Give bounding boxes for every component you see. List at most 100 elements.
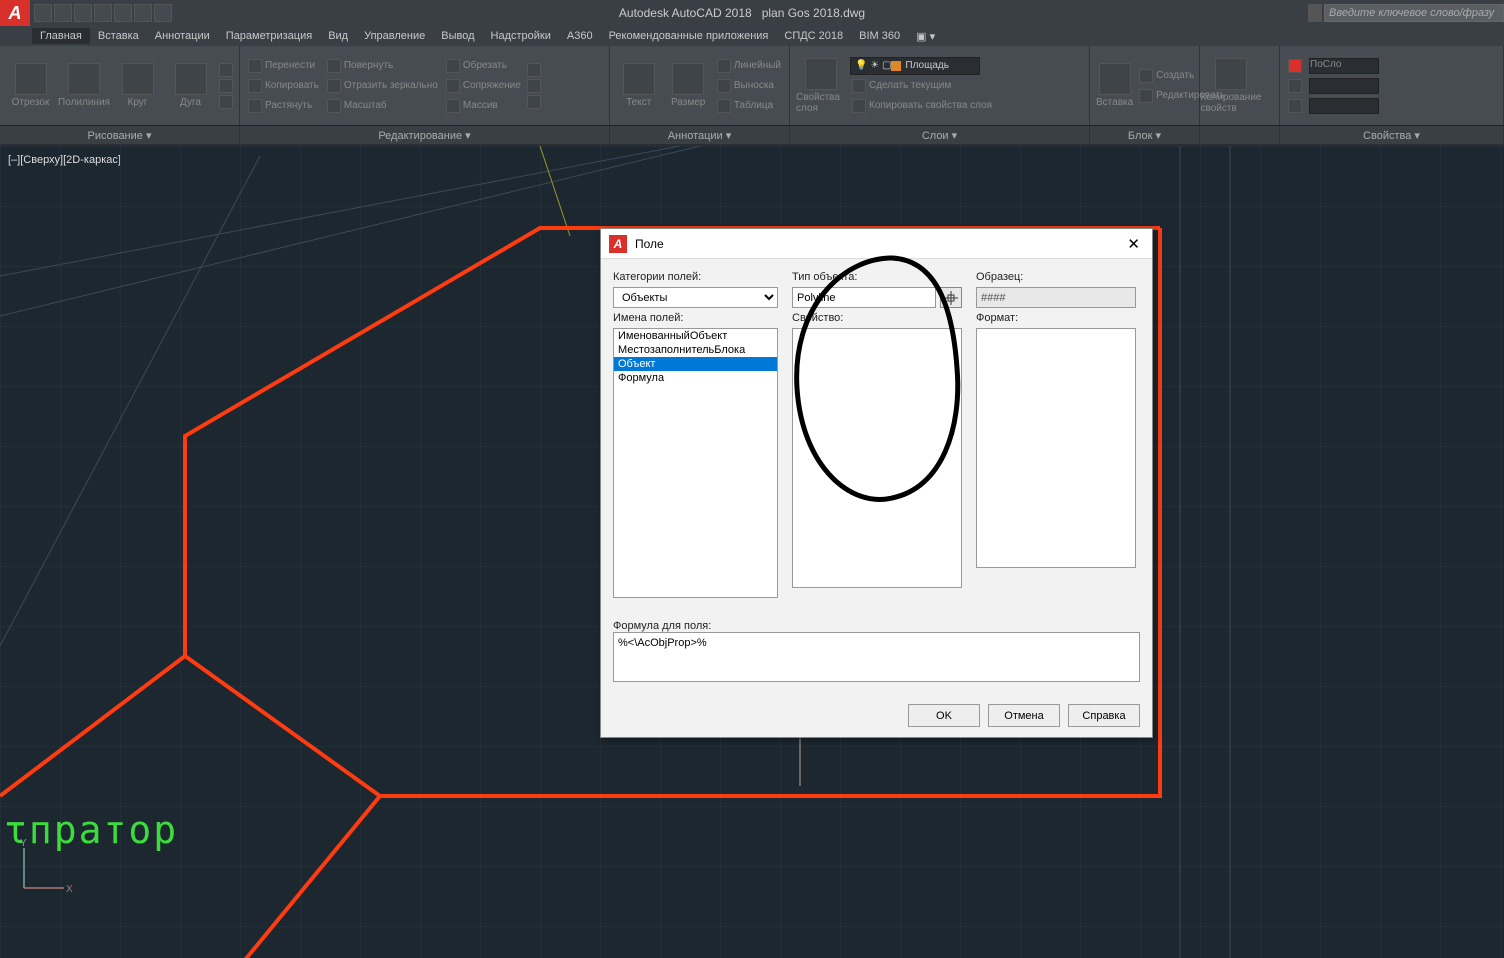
qat-open-icon[interactable] (54, 4, 72, 22)
tab-spds[interactable]: СПДС 2018 (776, 28, 851, 44)
list-item[interactable]: Формула (614, 371, 777, 385)
qat-undo-icon[interactable] (134, 4, 152, 22)
format-listbox[interactable] (976, 328, 1136, 568)
tool-matchprops[interactable]: Копирование свойств (1206, 58, 1256, 114)
tab-home[interactable]: Главная (32, 28, 90, 44)
layer-combo[interactable]: 💡 ☀ ▢ Площадь (850, 57, 980, 75)
tool-rotate[interactable]: Повернуть (325, 57, 440, 75)
keyword-search-input[interactable]: Введите ключевое слово/фразу (1324, 4, 1504, 22)
tab-insert[interactable]: Вставка (90, 28, 147, 44)
tab-extra-icon[interactable]: ▣ ▾ (908, 28, 943, 45)
categories-select[interactable]: Объекты (613, 287, 778, 308)
ribbon-panel-titles: Рисование ▾ Редактирование ▾ Аннотации ▾… (0, 126, 1504, 144)
tab-featured[interactable]: Рекомендованные приложения (601, 28, 777, 44)
panel-block: Вставка Создать Редактировать (1090, 46, 1200, 125)
property-listbox[interactable] (792, 328, 962, 588)
tab-a360[interactable]: A360 (559, 28, 601, 44)
tool-copy[interactable]: Копировать (246, 77, 321, 95)
panel-spacer: Копирование свойств (1200, 46, 1280, 125)
help-button[interactable]: Справка (1068, 704, 1140, 727)
draw-extra-1-icon[interactable] (219, 63, 233, 77)
label-field-names: Имена полей: (613, 312, 778, 324)
qat-save-icon[interactable] (74, 4, 92, 22)
tool-layerprops[interactable]: Свойства слоя (796, 58, 846, 114)
list-item[interactable]: ИменованныйОбъект (614, 329, 777, 343)
list-item[interactable]: МестозаполнительБлока (614, 343, 777, 357)
label-format: Формат: (976, 312, 1136, 324)
panel-draw: Отрезок Полилиния Круг Дуга (0, 46, 240, 125)
title-block[interactable]: Блок ▾ (1090, 126, 1200, 144)
tool-circle[interactable]: Круг (113, 63, 162, 108)
draw-extra-3-icon[interactable] (219, 95, 233, 109)
edit-extra-1-icon[interactable] (527, 63, 541, 77)
dialog-titlebar[interactable]: A Поле ✕ (601, 229, 1152, 259)
tab-annotate[interactable]: Аннотации (147, 28, 218, 44)
qat-print-icon[interactable] (114, 4, 132, 22)
crosshair-icon (944, 291, 958, 305)
title-edit[interactable]: Редактирование ▾ (240, 126, 610, 144)
tool-mirror[interactable]: Отразить зеркально (325, 77, 440, 95)
tool-insert[interactable]: Вставка (1096, 63, 1133, 108)
linetype-combo[interactable] (1286, 97, 1381, 115)
ribbon-tabs: Главная Вставка Аннотации Параметризация… (0, 26, 1504, 46)
tool-linear[interactable]: Линейный (715, 57, 783, 75)
field-names-listbox[interactable]: ИменованныйОбъект МестозаполнительБлока … (613, 328, 778, 598)
tab-param[interactable]: Параметризация (218, 28, 320, 44)
tab-bim360[interactable]: BIM 360 (851, 28, 908, 44)
tool-stretch[interactable]: Растянуть (246, 97, 321, 115)
tool-array[interactable]: Массив (444, 97, 523, 115)
ucs-icon: Y X (14, 838, 74, 898)
draw-extra-2-icon[interactable] (219, 79, 233, 93)
title-draw[interactable]: Рисование ▾ (0, 126, 240, 144)
tool-fillet[interactable]: Сопряжение (444, 77, 523, 95)
tool-leader[interactable]: Выноска (715, 77, 783, 95)
label-categories: Категории полей: (613, 271, 778, 283)
tab-manage[interactable]: Управление (356, 28, 433, 44)
lineweight-combo[interactable] (1286, 77, 1381, 95)
ok-button[interactable]: OK (908, 704, 980, 727)
title-annot[interactable]: Аннотации ▾ (610, 126, 790, 144)
object-type-input[interactable] (792, 287, 936, 308)
tool-arc[interactable]: Дуга (166, 63, 215, 108)
search-arrow-icon[interactable] (1308, 4, 1322, 22)
layer-make-current[interactable]: Сделать текущим (850, 77, 994, 95)
cancel-button[interactable]: Отмена (988, 704, 1060, 727)
tool-scale[interactable]: Масштаб (325, 97, 440, 115)
qat-saveas-icon[interactable] (94, 4, 112, 22)
panel-edit: Перенести Копировать Растянуть Повернуть… (240, 46, 610, 125)
label-property: Свойство: (792, 312, 962, 324)
qat-redo-icon[interactable] (154, 4, 172, 22)
qat-new-icon[interactable] (34, 4, 52, 22)
label-sample: Образец: (976, 271, 1136, 283)
tool-trim[interactable]: Обрезать (444, 57, 523, 75)
label-object-type: Тип объекта: (792, 271, 962, 283)
tool-move[interactable]: Перенести (246, 57, 321, 75)
title-layers[interactable]: Слои ▾ (790, 126, 1090, 144)
tool-text[interactable]: Текст (616, 63, 661, 108)
title-spacer (1200, 126, 1280, 144)
tool-line[interactable]: Отрезок (6, 63, 55, 108)
list-item[interactable]: Объект (614, 357, 777, 371)
tab-addins[interactable]: Надстройки (483, 28, 559, 44)
panel-annot: Текст Размер Линейный Выноска Таблица (610, 46, 790, 125)
tab-output[interactable]: Вывод (433, 28, 482, 44)
color-combo[interactable]: ПоСло (1286, 57, 1381, 75)
layer-match[interactable]: Копировать свойства слоя (850, 97, 994, 115)
ribbon: Отрезок Полилиния Круг Дуга Перенести Ко… (0, 46, 1504, 126)
dialog-close-button[interactable]: ✕ (1123, 235, 1144, 253)
svg-text:X: X (66, 884, 73, 895)
window-title: Autodesk AutoCAD 2018 plan Gos 2018.dwg (176, 6, 1308, 20)
panel-layers: Свойства слоя 💡 ☀ ▢ Площадь Сделать теку… (790, 46, 1090, 125)
edit-extra-2-icon[interactable] (527, 79, 541, 93)
tool-polyline[interactable]: Полилиния (59, 63, 109, 108)
field-dialog: A Поле ✕ Категории полей: Объекты Имена … (600, 228, 1153, 738)
pick-object-button[interactable] (940, 287, 962, 308)
tool-table[interactable]: Таблица (715, 97, 783, 115)
title-props[interactable]: Свойства ▾ (1280, 126, 1504, 144)
edit-extra-3-icon[interactable] (527, 95, 541, 109)
tab-view[interactable]: Вид (320, 28, 356, 44)
label-formula: Формула для поля: (613, 620, 1140, 632)
app-logo[interactable]: A (0, 0, 30, 26)
tool-dim[interactable]: Размер (665, 63, 710, 108)
panel-props: ПоСло (1280, 46, 1504, 125)
